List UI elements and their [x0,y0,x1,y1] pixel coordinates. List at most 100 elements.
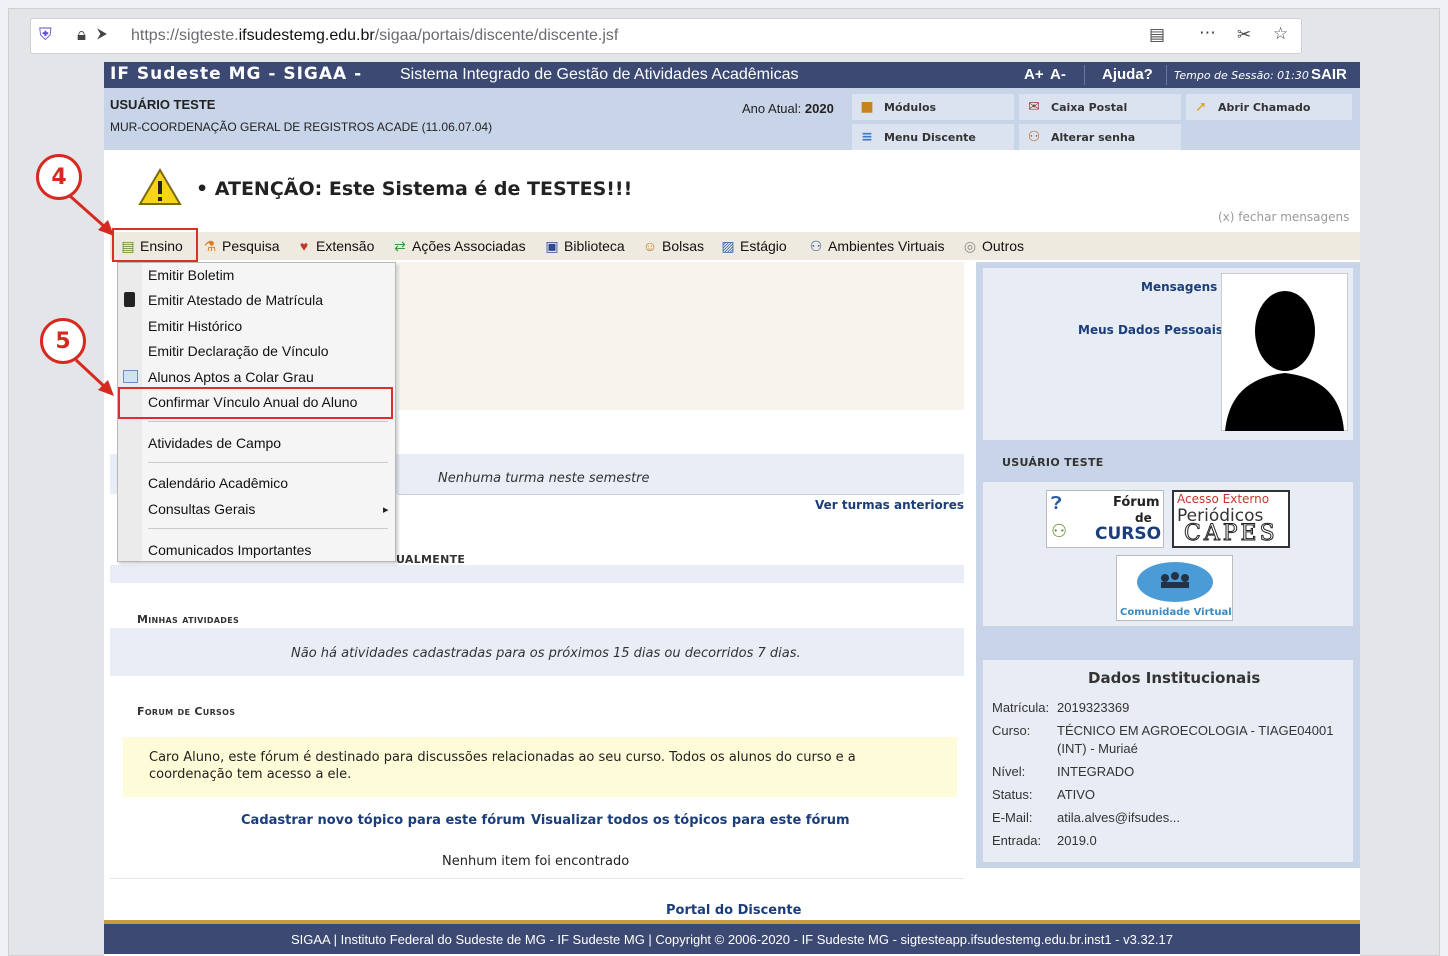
menu-item-emitir-historico[interactable]: Emitir Histórico [148,318,242,334]
field-value: (INT) - Muriaé [1057,741,1138,756]
question-bubbles-icon: ❓︎ [1051,493,1062,514]
menu-item-comunicados[interactable]: Comunicados Importantes [148,542,311,558]
handshake-icon: ♥ [299,238,309,254]
screenshot-icon[interactable]: ✂ [1237,25,1251,45]
avatar[interactable] [1221,273,1348,431]
shield-icon[interactable]: ⛨ [39,25,52,45]
forum-curso-badge[interactable]: ❓︎ ⚇ Fórum de CURSO [1046,490,1164,548]
field-label: Matrícula: [992,700,1050,715]
abrir-chamado-button[interactable]: ➚ Abrir Chamado [1186,94,1352,120]
menu-tree-icon: ≡ [861,129,873,145]
field-value: INTEGRADO [1057,764,1135,779]
comunidade-virtual-badge[interactable]: Comunidade Virtual [1116,555,1233,621]
portal-discente-link[interactable]: Portal do Discente [666,903,801,918]
list-icon [123,370,138,383]
submenu-arrow-icon: ▸ [383,503,389,516]
site-subtitle: Sistema Integrado de Gestão de Atividade… [400,66,799,83]
id-card-icon: ▨ [721,238,735,254]
modules-icon: ■ [860,99,874,115]
people-icon: ⚇ [809,238,823,254]
menu-item-emitir-boletim[interactable]: Emitir Boletim [148,267,234,283]
menu-estagio[interactable]: ▨ Estágio [720,236,786,256]
current-year: Ano Atual: 2020 [742,101,834,116]
capes-badge[interactable]: Acesso Externo Periódicos CAPES [1172,490,1290,548]
document-icon [124,292,135,307]
divider [398,494,960,495]
arrow-step-5 [74,358,114,396]
badge-text: Fórum [1113,495,1160,510]
field-value: ATIVO [1057,787,1096,802]
badge-text: CURSO [1095,524,1162,544]
people-group-icon: ⚇ [1051,521,1068,542]
field-label: Entrada: [992,833,1042,848]
person-icon: ☺ [642,238,658,254]
book-icon: ▣ [545,238,559,254]
url-text[interactable]: https://sigteste.ifsudestemg.edu.br/siga… [131,27,618,45]
more-actions-icon[interactable]: ⋯ [1199,23,1216,43]
user-unit: MUR-COORDENAÇÃO GERAL DE REGISTROS ACADE… [110,120,493,134]
menu-bolsas[interactable]: ☺ Bolsas [642,236,704,256]
field-label: Nível: [992,764,1026,779]
help-link[interactable]: Ajuda? [1102,66,1153,83]
arrow-step-4 [69,194,114,236]
menu-discente-button[interactable]: ≡ Menu Discente [852,124,1014,150]
field-value: 2019.0 [1057,833,1097,848]
field-value: TÉCNICO EM AGROECOLOGIA - TIAGE04001 [1057,723,1334,738]
forum-note-text: Caro Aluno, este fórum é destinado para … [149,750,856,782]
visualizar-topicos-link[interactable]: Visualizar todos os tópicos para este fó… [531,813,850,828]
lock-icon[interactable]: 🔒︎ [77,25,86,45]
menu-separator [148,421,388,422]
address-bar[interactable]: ⛨ 🔒︎ ⮞ https://sigteste.ifsudestemg.edu.… [30,18,1302,54]
field-label: Status: [992,787,1033,802]
menu-pesquisa[interactable]: ⚗ Pesquisa [202,236,280,256]
caixa-postal-button[interactable]: ✉ Caixa Postal [1019,94,1181,120]
menu-item-calendario[interactable]: Calendário Acadêmico [148,475,288,491]
menu-outros[interactable]: ◎ Outros [962,236,1024,256]
menu-item-atividades-campo[interactable]: Atividades de Campo [148,435,281,451]
top-bar: IF Sudeste MG - SIGAA - Sistema Integrad… [104,62,1360,88]
mailbox-icon: ✉ [1028,99,1040,115]
modulos-button[interactable]: ■ Módulos [852,94,1014,120]
matriculas-panel [110,565,964,583]
flask-icon: ⚗ [203,238,217,254]
footer: SIGAA | Instituto Federal do Sudeste de … [104,920,1360,954]
badge-text: Acesso Externo [1177,492,1270,506]
menu-item-consultas-gerais[interactable]: Consultas Gerais [148,501,255,517]
dados-institucionais-box [983,660,1353,862]
menu-separator [148,528,388,529]
font-decrease-button[interactable]: A- [1050,66,1066,83]
forum-cursos-title: Forum de Cursos [137,705,236,718]
ver-turmas-anteriores-link[interactable]: Ver turmas anteriores [815,498,964,512]
font-increase-button[interactable]: A+ [1024,66,1044,83]
community-icon [1137,562,1213,602]
reader-view-icon[interactable]: ▤ [1149,25,1165,45]
divider [1084,65,1085,85]
close-messages-link[interactable]: (x) fechar mensagens [1218,210,1349,224]
center-top-panel [398,262,964,410]
menu-item-alunos-aptos[interactable]: Alunos Aptos a Colar Grau [148,369,314,385]
field-value: atila.alves@ifsudes... [1057,810,1181,825]
menu-acoes-associadas[interactable]: ⇄ Ações Associadas [392,236,526,256]
divider [110,878,964,879]
menu-extensao[interactable]: ♥ Extensão [296,236,375,256]
highlight-confirmar-vinculo [118,387,393,419]
forum-note-box: Caro Aluno, este fórum é destinado para … [123,737,957,797]
menu-item-emitir-declaracao[interactable]: Emitir Declaração de Vínculo [148,343,329,359]
user-name: USUÁRIO TESTE [110,97,216,112]
meus-dados-link[interactable]: Meus Dados Pessoais [1078,323,1223,337]
menu-biblioteca[interactable]: ▣ Biblioteca [544,236,624,256]
bookmark-star-icon[interactable]: ☆ [1273,24,1288,44]
menu-item-emitir-atestado[interactable]: Emitir Atestado de Matrícula [148,292,323,308]
user-key-icon: ⚇ [1027,129,1041,145]
site-logo[interactable]: IF Sudeste MG - SIGAA - [110,64,362,84]
ticket-arrow-icon: ➚ [1195,99,1207,115]
sidebar-user-name: USUÁRIO TESTE [1002,456,1104,469]
menu-ambientes-virtuais[interactable]: ⚇ Ambientes Virtuais [808,236,945,256]
alterar-senha-button[interactable]: ⚇ Alterar senha [1019,124,1181,150]
badge-text: CAPES [1184,521,1278,547]
badge-text: de [1135,511,1152,525]
field-label: E-Mail: [992,810,1033,825]
cadastrar-topico-link[interactable]: Cadastrar novo tópico para este fórum [241,813,525,828]
logout-link[interactable]: SAIR [1311,66,1347,83]
mensagens-link[interactable]: Mensagens [1141,280,1217,294]
